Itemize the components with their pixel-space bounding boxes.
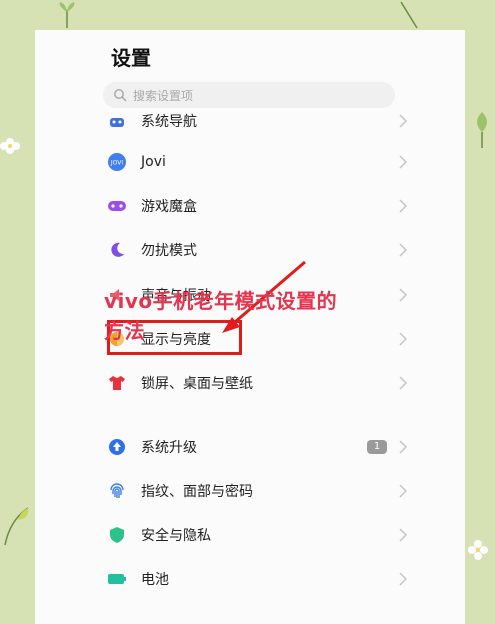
settings-item-security-privacy[interactable]: 安全与隐私 [107,520,407,550]
settings-item-label: 游戏魔盒 [141,199,197,215]
leaf-decoration-icon [477,112,487,148]
chevron-right-icon [399,288,407,302]
settings-item-lockscreen-wallpaper[interactable]: 锁屏、桌面与壁纸 [107,368,407,398]
chevron-right-icon [399,440,407,454]
tshirt-icon [107,373,127,393]
moon-icon [107,240,127,260]
settings-item-jovi[interactable]: JOVI Jovi [107,147,407,177]
sprout-decoration-icon [400,1,418,29]
settings-item-system-update[interactable]: 系统升级 1 [107,432,407,462]
battery-icon [107,569,127,589]
navigation-icon [107,111,127,131]
settings-item-label: Jovi [141,154,166,170]
settings-item-label: 指纹、面部与密码 [141,484,253,500]
settings-item-label: 勿扰模式 [141,243,197,259]
settings-item-label: 锁屏、桌面与壁纸 [141,376,253,392]
shield-icon [107,525,127,545]
chevron-right-icon [399,199,407,213]
chevron-right-icon [399,484,407,498]
chevron-right-icon [399,243,407,257]
fingerprint-icon [107,481,127,501]
chevron-right-icon [399,376,407,390]
settings-item-game-box[interactable]: 游戏魔盒 [107,191,407,221]
search-placeholder: 搜索设置项 [133,88,194,103]
chevron-right-icon [399,114,407,128]
settings-item-do-not-disturb[interactable]: 勿扰模式 [107,235,407,265]
settings-item-label: 系统导航 [141,114,197,130]
jovi-icon: JOVI [107,152,127,172]
sprout-decoration-icon [59,2,75,28]
search-icon [113,88,127,102]
chevron-right-icon [399,332,407,346]
update-count-badge: 1 [367,440,387,454]
settings-item-system-navigation[interactable]: 系统导航 [107,106,407,136]
settings-item-fingerprint-password[interactable]: 指纹、面部与密码 [107,476,407,506]
svg-text:JOVI: JOVI [110,160,123,167]
settings-item-label: 系统升级 [141,440,197,456]
annotation-line-1: vivo手机老年模式设置的 [104,289,338,313]
flower-decoration-icon [0,138,20,154]
gamepad-icon [107,196,127,216]
settings-item-battery[interactable]: 电池 [107,564,407,594]
settings-item-label: 安全与隐私 [141,528,211,544]
settings-item-label: 电池 [141,572,169,588]
chevron-right-icon [399,528,407,542]
leaf-decoration-icon [4,507,29,546]
upload-arrow-icon [107,437,127,457]
page-title: 设置 [111,46,151,70]
annotation-line-2: 方法 [104,319,145,343]
search-input[interactable]: 搜索设置项 [103,82,395,108]
flower-decoration-icon [468,540,488,560]
annotation-text: vivo手机老年模式设置的 方法 [104,286,394,346]
chevron-right-icon [399,155,407,169]
chevron-right-icon [399,572,407,586]
